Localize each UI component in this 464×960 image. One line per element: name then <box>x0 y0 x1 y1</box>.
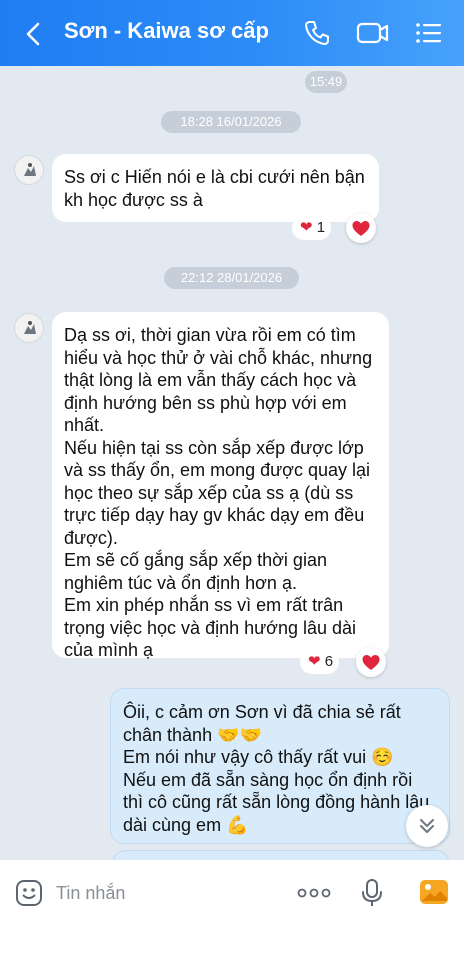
back-icon <box>26 22 40 46</box>
call-button[interactable] <box>302 18 336 48</box>
scroll-to-bottom-button[interactable] <box>406 805 448 847</box>
reaction-summary[interactable]: ❤ 1 <box>292 216 332 240</box>
timestamp-pill: 18:28 16/01/2026 <box>161 111 301 133</box>
voice-message-button[interactable] <box>360 878 384 913</box>
send-image-button[interactable] <box>418 876 450 913</box>
double-chevron-down-icon <box>420 819 434 833</box>
heart-icon: ❤ <box>300 219 313 236</box>
message-text: Ôii, c cảm ơn Sơn vì đã chia sẻ rất chân… <box>123 702 430 835</box>
conversation-title[interactable]: Sơn - Kaiwa sơ cấp <box>64 18 269 44</box>
incoming-message-bubble[interactable]: Dạ ss ơi, thời gian vừa rồi em có tìm hi… <box>52 312 389 660</box>
incoming-message-bubble[interactable]: Ss ơi c Hiến nói e là cbi cưới nên bận k… <box>52 154 379 222</box>
menu-icon <box>416 23 441 43</box>
phone-icon <box>305 21 329 45</box>
react-button[interactable] <box>356 647 386 677</box>
message-text: Ss ơi c Hiến nói e là cbi cưới nên bận k… <box>64 167 365 210</box>
menu-button[interactable] <box>414 18 448 48</box>
outgoing-message-bubble[interactable]: Ôii, c cảm ơn Sơn vì đã chia sẻ rất chân… <box>110 688 450 844</box>
image-icon <box>420 880 448 904</box>
video-call-icon <box>356 22 389 44</box>
video-call-button[interactable] <box>356 18 390 48</box>
heart-icon: ❤ <box>308 653 321 670</box>
chat-header: Sơn - Kaiwa sơ cấp <box>0 0 464 66</box>
emoji-icon <box>16 880 42 906</box>
react-button[interactable] <box>346 213 376 243</box>
back-button[interactable] <box>20 20 48 48</box>
more-icon <box>297 888 331 898</box>
reaction-count: 1 <box>316 219 326 236</box>
message-input[interactable]: Tin nhắn <box>56 878 276 908</box>
microphone-icon <box>362 879 382 906</box>
avatar[interactable] <box>14 155 44 185</box>
message-text: Dạ ss ơi, thời gian vừa rồi em có tìm hi… <box>64 325 373 660</box>
reaction-count: 6 <box>324 653 334 670</box>
outgoing-message-bubble[interactable] <box>112 850 450 860</box>
emoji-button[interactable] <box>14 878 44 913</box>
timestamp-pill: 15:49 <box>305 71 347 93</box>
reaction-summary[interactable]: ❤ 6 <box>300 650 340 674</box>
heart-icon <box>362 655 380 670</box>
message-input-bar: Tin nhắn <box>0 860 464 960</box>
more-button[interactable] <box>297 886 331 905</box>
message-list[interactable]: 15:49 18:28 16/01/2026 Ss ơi c Hiến nói … <box>0 66 464 860</box>
timestamp-pill: 22:12 28/01/2026 <box>164 267 299 289</box>
heart-icon <box>352 221 370 236</box>
avatar[interactable] <box>14 313 44 343</box>
